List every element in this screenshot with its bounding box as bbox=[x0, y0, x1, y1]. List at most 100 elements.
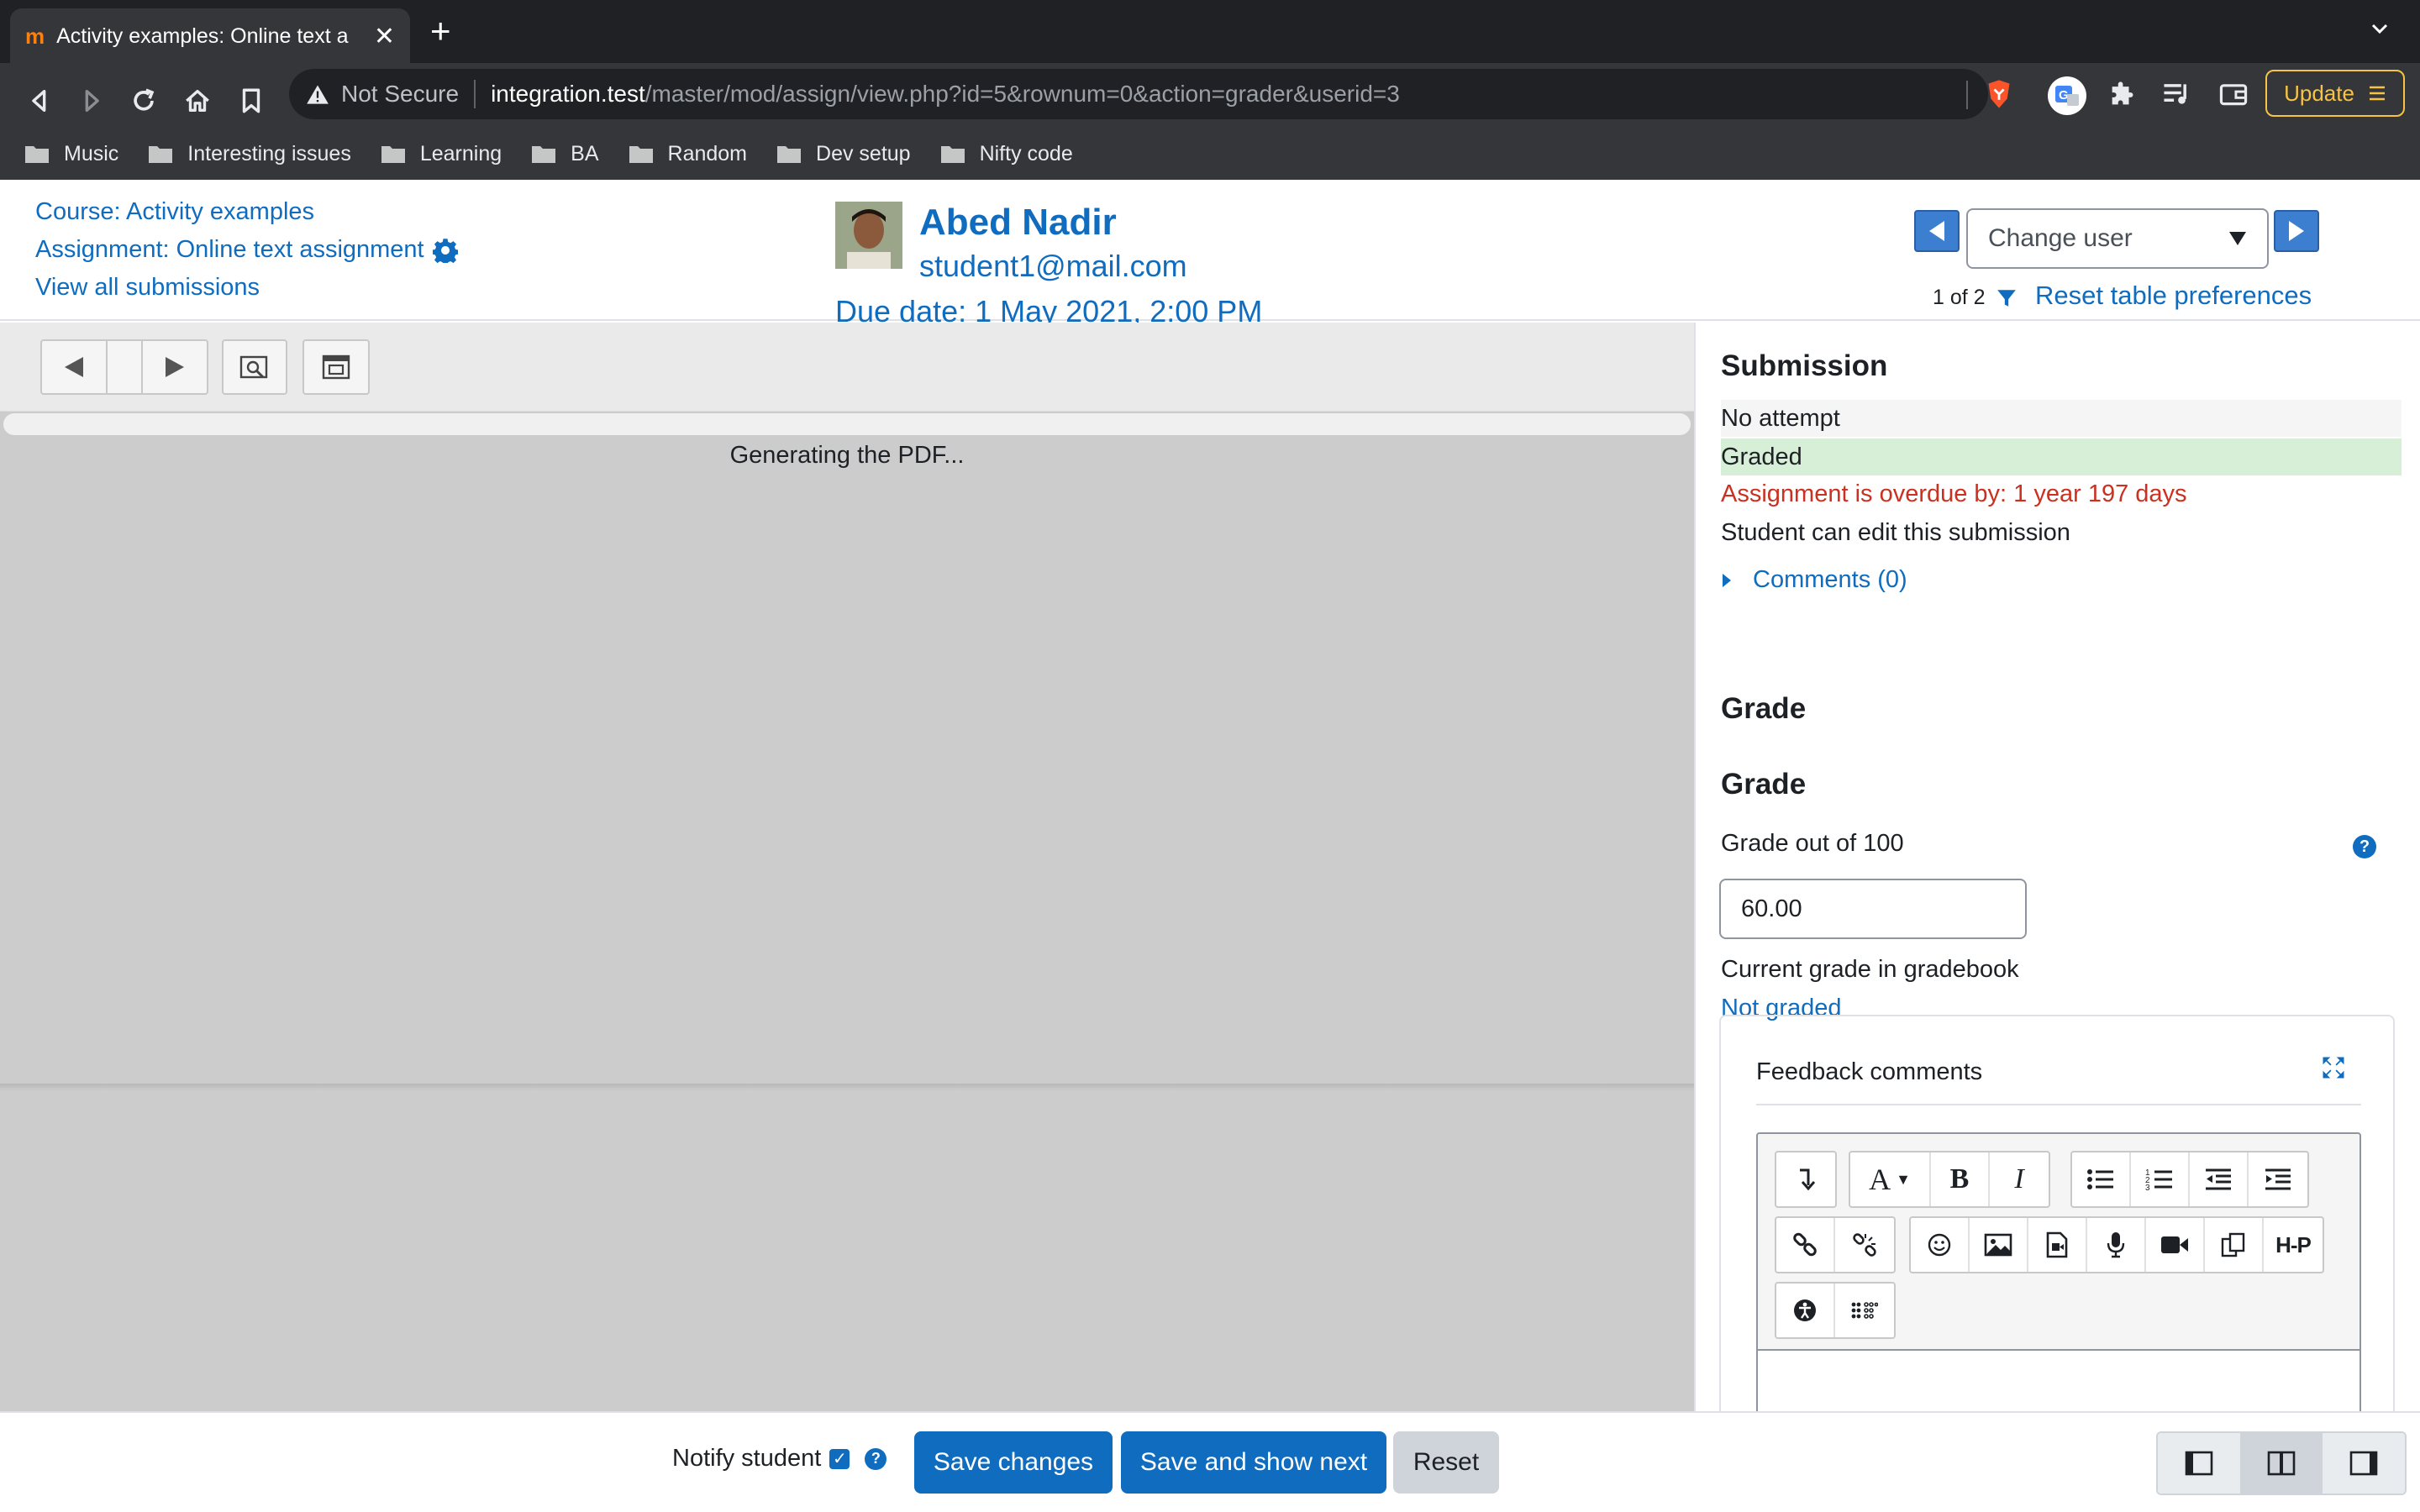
link-icon[interactable] bbox=[1776, 1218, 1835, 1272]
bold-icon[interactable]: B bbox=[1931, 1152, 1990, 1206]
moodle-favicon-icon: m bbox=[25, 23, 45, 49]
update-label: Update bbox=[2284, 80, 2354, 106]
emoticon-icon[interactable] bbox=[1911, 1218, 1970, 1272]
help-icon[interactable]: ? bbox=[2353, 835, 2376, 858]
page-select[interactable] bbox=[106, 339, 143, 395]
screen-reader-helper-icon[interactable] bbox=[1835, 1284, 1894, 1337]
view-all-submissions-link[interactable]: View all submissions bbox=[35, 274, 260, 301]
media-icon[interactable] bbox=[2028, 1218, 2087, 1272]
bookmark-folder[interactable]: Interesting issues bbox=[147, 142, 351, 166]
h5p-icon[interactable]: H-P bbox=[2264, 1218, 2323, 1272]
user-pager: 1 of 2 bbox=[1933, 286, 2018, 310]
bookmark-folder[interactable]: BA bbox=[530, 142, 599, 166]
address-bar[interactable]: Not Secure integration.test/master/mod/a… bbox=[289, 69, 1988, 119]
reset-button[interactable]: Reset bbox=[1393, 1431, 1499, 1494]
overdue-status: Assignment is overdue by: 1 year 197 day… bbox=[1721, 480, 2187, 507]
unordered-list-icon[interactable] bbox=[2072, 1152, 2131, 1206]
previous-user-button[interactable] bbox=[1914, 210, 1960, 252]
grade-out-of-label: Grade out of 100 bbox=[1721, 830, 1904, 857]
ordered-list-icon[interactable]: 123 bbox=[2131, 1152, 2190, 1206]
user-name-link[interactable]: Abed Nadir bbox=[919, 202, 1117, 244]
gradebook-label: Current grade in gradebook bbox=[1721, 956, 2019, 983]
record-video-icon[interactable] bbox=[2146, 1218, 2205, 1272]
media-playlist-icon[interactable] bbox=[2161, 81, 2191, 108]
course-link[interactable]: Course: Activity examples bbox=[35, 198, 314, 225]
help-icon[interactable]: ? bbox=[865, 1447, 887, 1470]
next-user-button[interactable] bbox=[2274, 210, 2319, 252]
tab-search-icon[interactable] bbox=[2370, 18, 2390, 39]
collapse-grade-panel-button[interactable] bbox=[2323, 1433, 2405, 1494]
url-host: integration.test bbox=[491, 81, 645, 107]
warning-icon bbox=[307, 85, 329, 104]
grade-heading: Grade bbox=[1721, 768, 1807, 801]
editor-group-collapse bbox=[1775, 1151, 1837, 1208]
bookmark-folder[interactable]: Music bbox=[24, 142, 118, 166]
outdent-icon[interactable] bbox=[2190, 1152, 2249, 1206]
fullscreen-icon[interactable] bbox=[2321, 1055, 2346, 1080]
accessibility-checker-icon[interactable] bbox=[1776, 1284, 1835, 1337]
default-layout-button[interactable] bbox=[2240, 1433, 2323, 1494]
comments-toggle[interactable]: Comments (0) bbox=[1721, 566, 1907, 594]
change-user-select[interactable]: Change user bbox=[1966, 208, 2269, 269]
bookmark-folder[interactable]: Dev setup bbox=[776, 142, 911, 166]
save-changes-button[interactable]: Save changes bbox=[914, 1431, 1113, 1494]
translate-extension-icon[interactable]: G bbox=[2047, 76, 2087, 116]
assignment-link[interactable]: Assignment: Online text assignment bbox=[35, 231, 424, 269]
close-tab-icon[interactable]: ✕ bbox=[374, 22, 395, 51]
paragraph-style-icon[interactable]: A ▼ bbox=[1850, 1152, 1931, 1206]
save-and-show-next-button[interactable]: Save and show next bbox=[1121, 1431, 1386, 1494]
grading-status: Graded bbox=[1721, 438, 2402, 475]
browser-tab[interactable]: m Activity examples: Online text a ✕ bbox=[10, 8, 410, 64]
folder-icon bbox=[629, 146, 653, 163]
bookmark-folder[interactable]: Nifty code bbox=[939, 142, 1073, 166]
next-page-button[interactable] bbox=[141, 339, 208, 395]
gear-icon[interactable] bbox=[432, 238, 458, 263]
new-tab-icon[interactable]: + bbox=[430, 13, 451, 49]
address-divider bbox=[474, 80, 476, 108]
reset-table-preferences-link[interactable]: Reset table preferences bbox=[2035, 281, 2312, 311]
grader-footer: Notify student ✓ ? Save changes Save and… bbox=[0, 1411, 2420, 1512]
folder-icon bbox=[940, 146, 965, 163]
record-audio-icon[interactable] bbox=[2087, 1218, 2146, 1272]
bookmark-icon[interactable] bbox=[239, 87, 264, 115]
editor-group-style: A ▼ B I bbox=[1849, 1151, 2050, 1208]
bookmark-label: Music bbox=[64, 141, 119, 165]
filter-icon[interactable] bbox=[1996, 287, 2018, 309]
avatar[interactable] bbox=[835, 202, 902, 269]
back-icon[interactable] bbox=[25, 87, 54, 115]
notify-student-checkbox[interactable]: ✓ bbox=[829, 1448, 850, 1469]
image-icon[interactable] bbox=[1970, 1218, 2028, 1272]
tab-title: Activity examples: Online text a bbox=[56, 24, 349, 48]
toolbar-toggle-icon[interactable] bbox=[1776, 1152, 1835, 1206]
previous-page-button[interactable] bbox=[40, 339, 108, 395]
grader-header: Course: Activity examples Assignment: On… bbox=[0, 180, 2420, 328]
editor-group-links bbox=[1775, 1216, 1896, 1273]
forward-icon[interactable] bbox=[77, 87, 106, 115]
update-button[interactable]: Update bbox=[2265, 70, 2405, 117]
brave-shields-icon[interactable] bbox=[1985, 79, 2013, 109]
reload-icon[interactable] bbox=[129, 87, 158, 115]
layout-split-icon bbox=[2267, 1451, 2296, 1476]
bookmark-folder[interactable]: Learning bbox=[380, 142, 502, 166]
security-label: Not Secure bbox=[341, 81, 460, 107]
arrow-left-icon bbox=[1929, 221, 1944, 241]
collapse-review-panel-button[interactable] bbox=[2158, 1433, 2240, 1494]
browser-tabstrip: m Activity examples: Online text a ✕ + bbox=[0, 0, 2420, 64]
caret-right-icon bbox=[1723, 573, 1731, 587]
wallet-icon[interactable] bbox=[2218, 81, 2249, 108]
search-comments-button[interactable] bbox=[222, 339, 287, 395]
manage-files-icon[interactable] bbox=[2205, 1218, 2264, 1272]
unlink-icon[interactable] bbox=[1835, 1218, 1894, 1272]
feedback-divider bbox=[1756, 1104, 2361, 1105]
bookmark-folder[interactable]: Random bbox=[628, 142, 747, 166]
grade-input[interactable] bbox=[1719, 879, 2027, 939]
comments-link[interactable]: Comments (0) bbox=[1753, 566, 1907, 594]
svg-text:3: 3 bbox=[2145, 1184, 2150, 1191]
italic-icon[interactable]: I bbox=[1990, 1152, 2049, 1206]
pager-text: 1 of 2 bbox=[1933, 286, 1986, 309]
extensions-icon[interactable] bbox=[2107, 81, 2136, 109]
indent-icon[interactable] bbox=[2249, 1152, 2307, 1206]
bookmark-label: Interesting issues bbox=[187, 141, 351, 165]
home-icon[interactable] bbox=[183, 87, 212, 115]
expand-view-button[interactable] bbox=[302, 339, 370, 395]
